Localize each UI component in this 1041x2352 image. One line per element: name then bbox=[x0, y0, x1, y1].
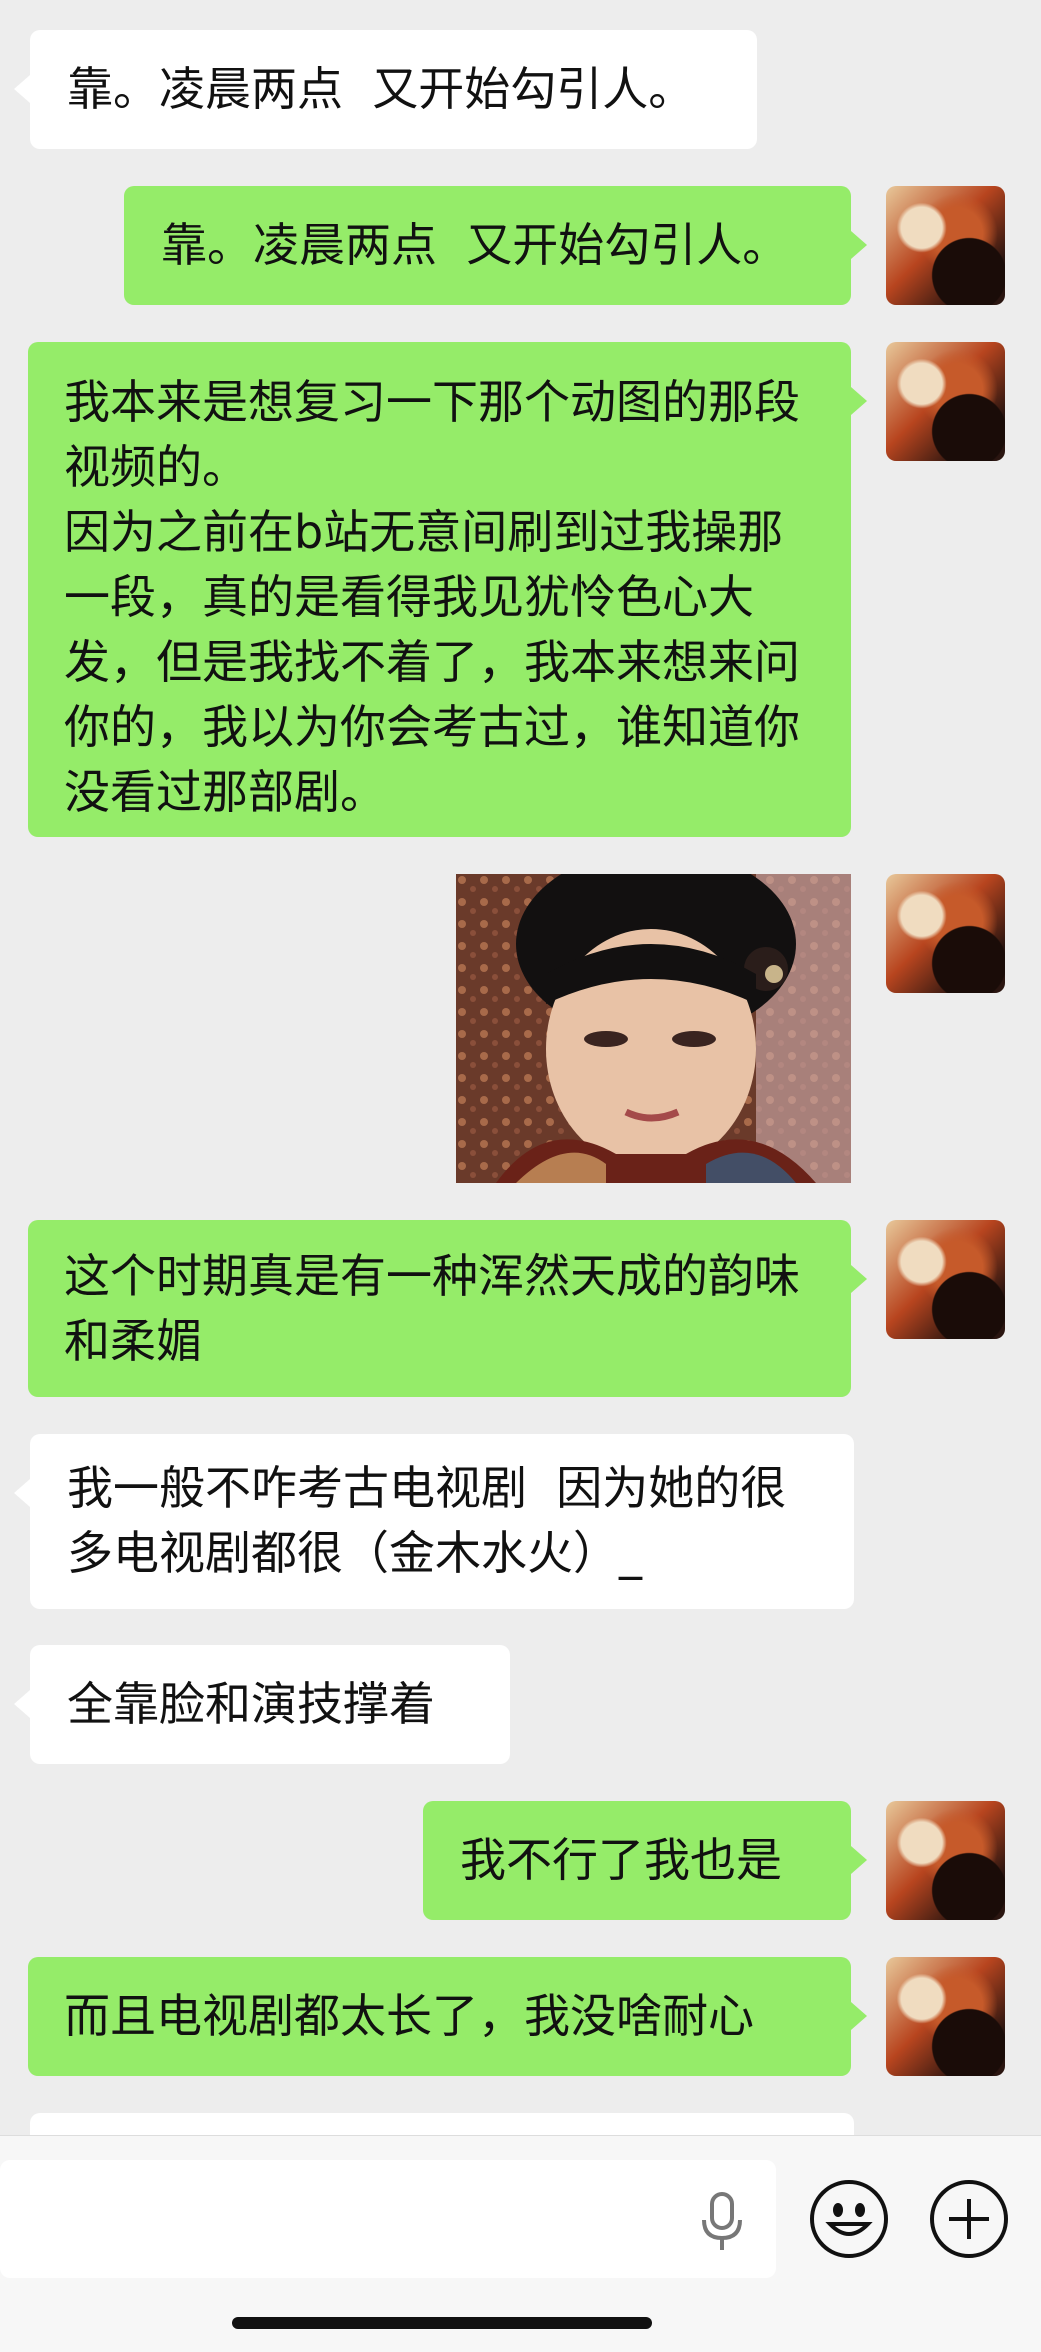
message-bubble[interactable]: 全靠脸和演技撑着 bbox=[30, 1645, 510, 1764]
bubble-tail bbox=[14, 1479, 30, 1507]
plus-icon[interactable] bbox=[930, 2180, 1008, 2258]
message-bubble[interactable]: 靠。凌晨两点 又开始勾引人。 bbox=[30, 30, 757, 149]
message-bubble[interactable]: 我不行了我也是 bbox=[423, 1801, 851, 1920]
message-input[interactable] bbox=[0, 2160, 776, 2278]
bubble-tail bbox=[851, 1846, 867, 1874]
message-bubble[interactable]: 这个时期真是有一种浑然天成的韵味和柔媚 bbox=[28, 1220, 851, 1397]
bubble-tail bbox=[851, 1265, 867, 1293]
message-bubble[interactable]: 而且电视剧都太长了，我没啥耐心 bbox=[28, 1957, 851, 2076]
bubble-tail bbox=[851, 2002, 867, 2030]
bubble-tail bbox=[14, 75, 30, 103]
emoji-icon[interactable] bbox=[810, 2180, 888, 2258]
message-bubble[interactable]: 我一般不咋考古电视剧 因为她的很多电视剧都很（金木水火）_ bbox=[30, 1434, 854, 1609]
message-bubble[interactable]: 靠。凌晨两点 又开始勾引人。 bbox=[124, 186, 851, 305]
avatar[interactable] bbox=[886, 342, 1005, 461]
home-indicator[interactable] bbox=[232, 2317, 652, 2329]
avatar[interactable] bbox=[886, 1957, 1005, 2076]
message-bubble[interactable]: 我本来是想复习一下那个动图的那段视频的。 因为之前在b站无意间刷到过我操那一段，… bbox=[28, 342, 851, 837]
bubble-tail bbox=[851, 231, 867, 259]
bubble-tail bbox=[14, 1690, 30, 1718]
photo-illustration bbox=[456, 874, 851, 1183]
microphone-icon[interactable] bbox=[700, 2192, 744, 2252]
avatar[interactable] bbox=[886, 186, 1005, 305]
bubble-tail bbox=[851, 387, 867, 415]
avatar[interactable] bbox=[886, 1801, 1005, 1920]
message-image[interactable] bbox=[456, 874, 851, 1183]
avatar[interactable] bbox=[886, 1220, 1005, 1339]
avatar[interactable] bbox=[886, 874, 1005, 993]
